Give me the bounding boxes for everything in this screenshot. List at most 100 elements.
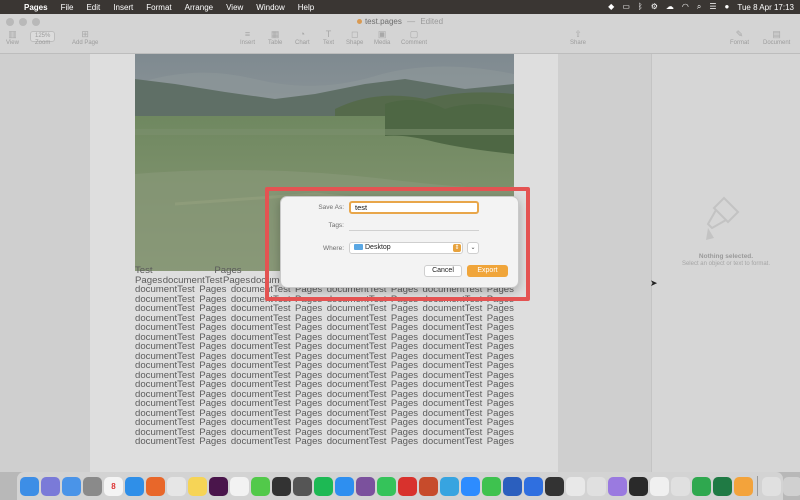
text-icon: T xyxy=(325,29,332,39)
facetime-icon[interactable] xyxy=(482,476,501,496)
comment-icon: ▢ xyxy=(409,29,419,39)
view-label: View xyxy=(6,40,19,46)
sketch-icon[interactable] xyxy=(566,476,585,496)
menu-file[interactable]: File xyxy=(61,3,81,12)
text-word: documentTest xyxy=(230,436,291,447)
vectorize-icon[interactable] xyxy=(650,476,669,496)
lock-app-icon[interactable] xyxy=(608,476,627,496)
paintbrush-icon xyxy=(706,196,740,240)
messages-icon[interactable] xyxy=(251,476,270,496)
viber-icon[interactable] xyxy=(356,476,375,496)
zoom-icon[interactable] xyxy=(461,476,480,496)
slack-icon[interactable] xyxy=(209,476,228,496)
menu-arrange[interactable]: Arrange xyxy=(185,3,220,12)
app-store-icon[interactable] xyxy=(335,476,354,496)
imovie-icon[interactable] xyxy=(587,476,606,496)
excel-icon[interactable] xyxy=(713,476,732,496)
add-page-icon: ⊞ xyxy=(81,29,89,39)
whatsapp-icon[interactable] xyxy=(377,476,396,496)
comment-button[interactable]: ▢ Comment xyxy=(401,29,427,46)
text-line: documentTest Pages documentTest Pages docume… xyxy=(135,437,514,447)
edited-status: Edited xyxy=(420,17,444,26)
text-word: Pages xyxy=(295,436,323,447)
menu-app-pages[interactable]: Pages xyxy=(24,3,55,12)
codeshot-icon[interactable] xyxy=(545,476,564,496)
bluetooth-icon[interactable]: ᛒ xyxy=(638,0,643,14)
display-icon[interactable]: ▭ xyxy=(622,0,630,14)
text-word: Pages xyxy=(390,436,419,447)
sidebar-icon: ▥ xyxy=(8,29,17,39)
siri-icon[interactable]: ● xyxy=(725,0,730,14)
shape-button[interactable]: ◻ Shape xyxy=(346,29,363,46)
menu-insert[interactable]: Insert xyxy=(113,3,140,12)
control-icon[interactable]: ⚙ xyxy=(651,0,658,14)
safari-icon[interactable] xyxy=(125,476,144,496)
pages-icon[interactable] xyxy=(734,476,753,496)
dropbox-status-icon[interactable]: ◆ xyxy=(608,0,614,14)
search-icon[interactable]: ⌕ xyxy=(697,0,701,14)
downloads-icon[interactable] xyxy=(762,476,781,496)
numbers-icon[interactable] xyxy=(692,476,711,496)
chart-icon: ◔ xyxy=(299,29,306,39)
media-icon: ▣ xyxy=(377,29,387,39)
zoom-control[interactable]: 125% Zoom xyxy=(30,29,56,46)
calendar-icon[interactable]: 8 xyxy=(104,476,123,496)
mail-icon[interactable] xyxy=(62,476,81,496)
text-word: documentTest xyxy=(422,436,483,447)
iphone-mirroring-icon[interactable] xyxy=(272,476,291,496)
add-page-button[interactable]: ⊞ Add Page xyxy=(72,29,98,46)
document-label: Document xyxy=(763,40,791,46)
wifi-icon[interactable]: ◠ xyxy=(682,0,689,14)
dropbox-icon[interactable] xyxy=(524,476,543,496)
control-center-icon[interactable]: ☰ xyxy=(709,0,716,14)
menu-format[interactable]: Format xyxy=(146,3,178,12)
menu-edit[interactable]: Edit xyxy=(86,3,107,12)
table-icon: ▦ xyxy=(270,29,280,39)
view-button[interactable]: ▥ View xyxy=(6,29,19,46)
document-name: test.pages xyxy=(364,17,402,26)
menu-help[interactable]: Help xyxy=(298,3,321,12)
document-button[interactable]: ▤ Document xyxy=(763,29,790,46)
firefox-icon[interactable] xyxy=(146,476,165,496)
comment-label: Comment xyxy=(401,40,428,46)
text-button[interactable]: T Text xyxy=(323,29,334,46)
table-button[interactable]: ▦ Table xyxy=(268,29,282,46)
highlight-box xyxy=(265,187,530,301)
chrome-icon[interactable] xyxy=(167,476,186,496)
text-word: Pages xyxy=(199,436,227,447)
insert-label: Insert xyxy=(240,40,256,46)
launchpad-icon[interactable] xyxy=(41,476,60,496)
insert-button[interactable]: ≡ Insert xyxy=(240,29,255,46)
cloud-icon[interactable]: ☁ xyxy=(666,0,674,14)
word-icon[interactable] xyxy=(503,476,522,496)
acrobat-icon[interactable] xyxy=(398,476,417,496)
share-icon: ⇧ xyxy=(574,29,582,39)
preview-icon[interactable] xyxy=(671,476,690,496)
photos-icon[interactable] xyxy=(230,476,249,496)
nothing-selected-hint: Select an object or text to format. xyxy=(681,261,771,267)
format-button[interactable]: ✎ Format xyxy=(730,29,749,46)
finder-icon[interactable] xyxy=(20,476,39,496)
dock-separator xyxy=(757,476,758,496)
telegram-icon[interactable] xyxy=(440,476,459,496)
menu-view[interactable]: View xyxy=(226,3,250,12)
calculator-icon[interactable] xyxy=(293,476,312,496)
status-area: ◆ ▭ ᛒ ⚙ ☁ ◠ ⌕ ☰ ● Tue 8 Apr 17:13 xyxy=(608,0,794,14)
dock: 8 xyxy=(17,472,800,500)
shape-label: Shape xyxy=(346,40,364,46)
chart-button[interactable]: ◔ Chart xyxy=(295,29,310,46)
share-label: Share xyxy=(570,40,587,46)
powerpoint-icon[interactable] xyxy=(419,476,438,496)
spotify-icon[interactable] xyxy=(314,476,333,496)
share-button[interactable]: ⇧ Share xyxy=(570,29,586,46)
terminal-icon[interactable] xyxy=(629,476,648,496)
clock[interactable]: Tue 8 Apr 17:13 xyxy=(737,3,794,12)
toolbar: test.pages — Edited ▥ View 125% Zoom ⊞ A… xyxy=(0,14,800,54)
notes-icon[interactable] xyxy=(188,476,207,496)
document-status-dot xyxy=(356,19,362,25)
menu-window[interactable]: Window xyxy=(256,3,291,12)
trash-icon[interactable] xyxy=(783,476,800,496)
system-settings-icon[interactable] xyxy=(83,476,102,496)
document-icon: ▤ xyxy=(772,29,781,39)
media-button[interactable]: ▣ Media xyxy=(374,29,390,46)
